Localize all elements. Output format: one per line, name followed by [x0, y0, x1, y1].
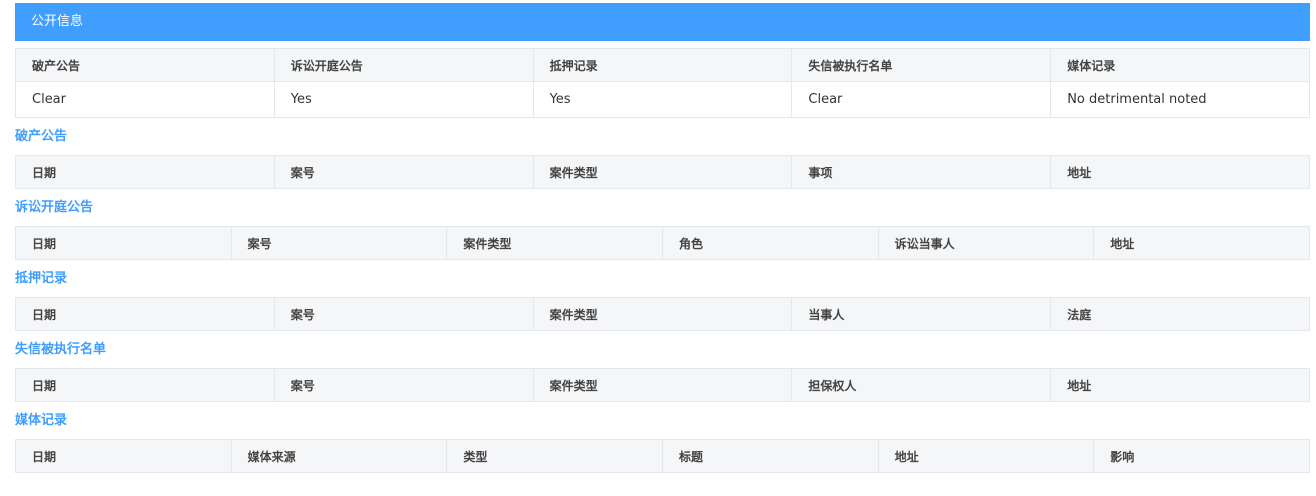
table-header-row: 日期 案号 案件类型 担保权人 地址: [15, 368, 1310, 402]
table-header-row: 日期 媒体来源 类型 标题 地址 影响: [15, 439, 1310, 473]
column-header: 地址: [877, 439, 1095, 473]
summary-value-litigation: Yes: [273, 81, 534, 118]
section-title-litigation: 诉讼开庭公告: [15, 200, 94, 215]
column-header: 媒体来源: [230, 439, 448, 473]
column-header: 标题: [661, 439, 879, 473]
summary-header-bankruptcy: 破产公告: [15, 48, 275, 82]
column-header: 案号: [273, 297, 534, 331]
section-title-media: 媒体记录: [15, 413, 68, 428]
column-header: 当事人: [791, 297, 1052, 331]
column-header: 案号: [273, 368, 534, 402]
section-title-mortgage: 抵押记录: [15, 271, 68, 286]
column-header: 地址: [1093, 226, 1310, 260]
table-header-row: 日期 案号 案件类型 当事人 法庭: [15, 297, 1310, 331]
column-header: 日期: [15, 297, 275, 331]
table-header-row: 日期 案号 案件类型 事项 地址: [15, 155, 1310, 189]
dishonest-table: 日期 案号 案件类型 担保权人 地址: [15, 368, 1310, 402]
table-header-row: 日期 案号 案件类型 角色 诉讼当事人 地址: [15, 226, 1310, 260]
column-header: 案号: [273, 155, 534, 189]
column-header: 案件类型: [532, 368, 793, 402]
summary-value-row: Clear Yes Yes Clear No detrimental noted: [15, 81, 1310, 118]
column-header: 案件类型: [532, 297, 793, 331]
summary-value-mortgage: Yes: [532, 81, 793, 118]
column-header: 角色: [661, 226, 879, 260]
column-header: 地址: [1050, 155, 1310, 189]
summary-header-dishonest: 失信被执行名单: [791, 48, 1052, 82]
summary-value-media: No detrimental noted: [1050, 81, 1310, 118]
column-header: 诉讼当事人: [877, 226, 1095, 260]
media-table: 日期 媒体来源 类型 标题 地址 影响: [15, 439, 1310, 473]
public-info-panel: 公开信息 破产公告 诉讼开庭公告 抵押记录 失信被执行名单 媒体记录 Clear…: [15, 3, 1310, 473]
summary-value-bankruptcy: Clear: [15, 81, 275, 118]
column-header: 担保权人: [791, 368, 1052, 402]
column-header: 地址: [1050, 368, 1310, 402]
column-header: 案件类型: [532, 155, 793, 189]
section-title-dishonest: 失信被执行名单: [15, 342, 107, 357]
column-header: 案号: [230, 226, 448, 260]
summary-header-row: 破产公告 诉讼开庭公告 抵押记录 失信被执行名单 媒体记录: [15, 48, 1310, 82]
column-header: 影响: [1093, 439, 1310, 473]
column-header: 日期: [15, 226, 232, 260]
column-header: 事项: [791, 155, 1052, 189]
section-title-bankruptcy: 破产公告: [15, 129, 68, 144]
column-header: 日期: [15, 439, 232, 473]
litigation-table: 日期 案号 案件类型 角色 诉讼当事人 地址: [15, 226, 1310, 260]
column-header: 法庭: [1050, 297, 1310, 331]
summary-header-mortgage: 抵押记录: [532, 48, 793, 82]
mortgage-table: 日期 案号 案件类型 当事人 法庭: [15, 297, 1310, 331]
summary-header-media: 媒体记录: [1050, 48, 1310, 82]
summary-value-dishonest: Clear: [791, 81, 1052, 118]
summary-header-litigation: 诉讼开庭公告: [273, 48, 534, 82]
column-header: 日期: [15, 155, 275, 189]
column-header: 案件类型: [446, 226, 663, 260]
summary-table: 破产公告 诉讼开庭公告 抵押记录 失信被执行名单 媒体记录 Clear Yes …: [15, 48, 1310, 118]
column-header: 类型: [446, 439, 663, 473]
panel-header: 公开信息: [15, 3, 1310, 41]
column-header: 日期: [15, 368, 275, 402]
bankruptcy-table: 日期 案号 案件类型 事项 地址: [15, 155, 1310, 189]
